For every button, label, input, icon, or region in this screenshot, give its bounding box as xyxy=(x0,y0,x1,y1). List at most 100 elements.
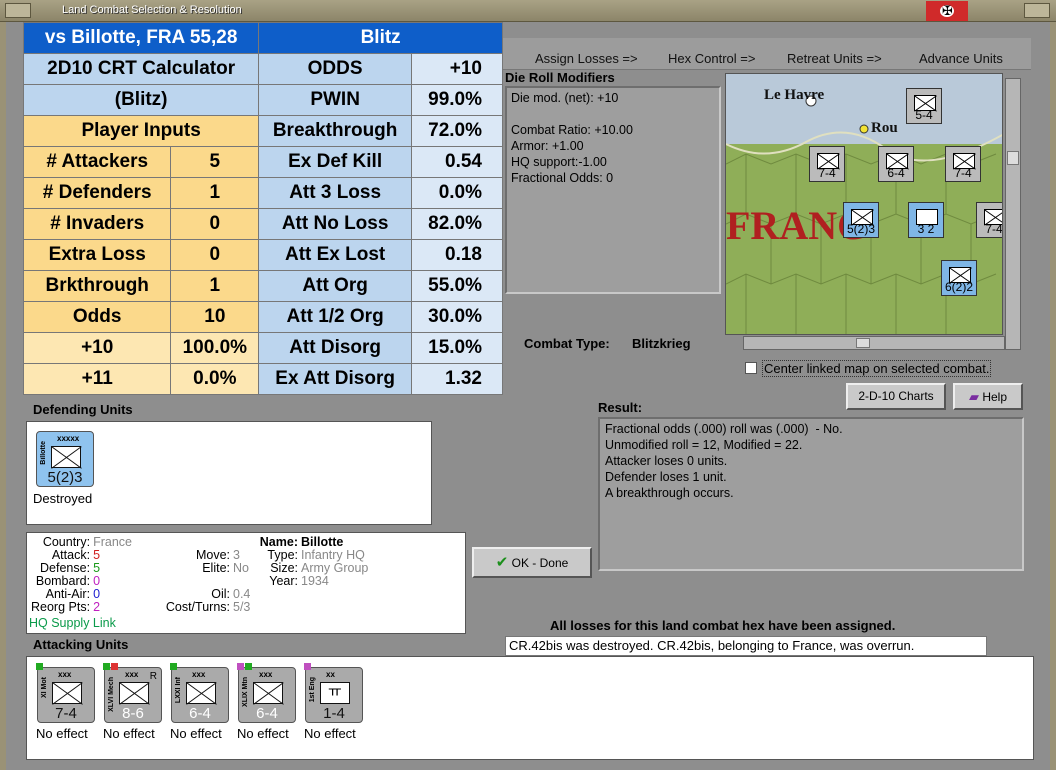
input-label: # Defenders xyxy=(22,177,172,209)
charts-button[interactable]: 2-D-10 Charts xyxy=(846,383,946,410)
defending-unit-status: Destroyed xyxy=(33,491,93,506)
result-value: 99.0% xyxy=(410,84,504,116)
odds-row-value: 0.0% xyxy=(170,363,260,395)
engineer-icon: ㅠ xyxy=(320,682,350,704)
assign-losses-link[interactable]: Assign Losses => xyxy=(535,51,638,66)
map-counter[interactable]: 7-4 xyxy=(809,146,845,182)
result-label: Att Org xyxy=(258,270,412,302)
status-dot xyxy=(245,663,252,670)
attacking-unit-status: No effect xyxy=(36,726,88,741)
attacking-units-title: Attacking Units xyxy=(33,637,129,652)
map-horizontal-scrollbar[interactable] xyxy=(743,336,1005,350)
map-city-rouen: Rou xyxy=(871,120,898,136)
attacking-unit[interactable]: xxx XLIX Mtn 6-4 xyxy=(237,663,296,723)
checkmark-icon: ✔ xyxy=(495,554,509,571)
status-dot xyxy=(36,663,43,670)
attacking-unit[interactable]: xx 1st Eng ㅠ 1-4 xyxy=(304,663,363,723)
attacking-unit[interactable]: xxx LXXI Inf 6-4 xyxy=(170,663,229,723)
input-label: Extra Loss xyxy=(22,239,172,271)
input-value[interactable]: 1 xyxy=(170,177,260,209)
crt-header-opponent: vs Billotte, FRA 55,28 xyxy=(22,22,260,54)
attacking-unit[interactable]: xxx R XLVI Mech 8-6 xyxy=(103,663,162,723)
advance-units-link[interactable]: Advance Units xyxy=(919,51,1003,66)
map-counter[interactable]: 7-4 xyxy=(976,202,1002,238)
map-counter[interactable]: 7-4 xyxy=(945,146,981,182)
result-value: 1.32 xyxy=(410,363,504,395)
attacking-unit[interactable]: xxx XI Mot 7-4 xyxy=(36,663,95,723)
retreat-units-link[interactable]: Retreat Units => xyxy=(787,51,882,66)
attacking-unit-status: No effect xyxy=(304,726,356,741)
result-value: 0.0% xyxy=(410,177,504,209)
defending-units-box: xxxxx Billotte 5(2)3 Destroyed xyxy=(26,421,432,525)
attacking-unit-status: No effect xyxy=(103,726,155,741)
reserve-tag: R xyxy=(149,671,157,682)
result-value: 30.0% xyxy=(410,301,504,333)
result-value: 55.0% xyxy=(410,270,504,302)
status-dot xyxy=(111,663,118,670)
result-label: Att Ex Lost xyxy=(258,239,412,271)
center-linked-label[interactable]: Center linked map on selected combat. xyxy=(762,360,992,377)
help-button-label: Help xyxy=(982,390,1008,404)
input-value[interactable]: 0 xyxy=(170,208,260,240)
attacking-units-box: xxx XI Mot 7-4 No effect xxx R XLVI Mech… xyxy=(26,656,1034,760)
crt-header-type: Blitz xyxy=(258,22,503,54)
player-inputs-header: Player Inputs xyxy=(22,115,260,147)
die-roll-title: Die Roll Modifiers xyxy=(505,70,615,85)
mechanized-icon xyxy=(119,682,149,704)
close-button[interactable] xyxy=(1024,3,1050,18)
status-dot xyxy=(304,663,311,670)
result-panel: Fractional odds (.000) roll was (.000) -… xyxy=(598,417,1024,571)
window-title: Land Combat Selection & Resolution xyxy=(62,4,242,16)
combat-type-label: Combat Type: xyxy=(524,336,610,351)
status-dot xyxy=(103,663,110,670)
attacking-unit-status: No effect xyxy=(170,726,222,741)
defending-unit[interactable]: xxxxx Billotte 5(2)3 xyxy=(36,431,94,487)
result-value: 0.18 xyxy=(410,239,504,271)
ok-done-button[interactable]: ✔ OK - Done xyxy=(472,547,592,578)
map-counter[interactable]: 3 2 xyxy=(908,202,944,238)
result-label: Breakthrough xyxy=(258,115,412,147)
system-menu-button[interactable] xyxy=(5,3,31,18)
scroll-thumb[interactable] xyxy=(1007,151,1019,165)
result-label: PWIN xyxy=(258,84,412,116)
input-label: Brkthrough xyxy=(22,270,172,302)
result-label: Att 1/2 Org xyxy=(258,301,412,333)
map-counter[interactable]: 6-4 xyxy=(878,146,914,182)
combat-type-value: Blitzkrieg xyxy=(632,336,691,351)
input-value[interactable]: 0 xyxy=(170,239,260,271)
map-counter-selected[interactable]: 5(2)3 xyxy=(843,202,879,238)
input-label: # Invaders xyxy=(22,208,172,240)
result-label: Att No Loss xyxy=(258,208,412,240)
unit-info-col3: Name: Billotte Type: Infantry HQ Size: Army… xyxy=(259,535,369,588)
status-dot xyxy=(170,663,177,670)
die-roll-panel: Die mod. (net): +10 Combat Ratio: +10.00… xyxy=(505,86,721,294)
attacking-unit-status: No effect xyxy=(237,726,289,741)
input-label: Odds xyxy=(22,301,172,333)
input-value[interactable]: 10 xyxy=(170,301,260,333)
result-label: Ex Def Kill xyxy=(258,146,412,178)
result-label: Att 3 Loss xyxy=(258,177,412,209)
motorized-infantry-icon xyxy=(52,682,82,704)
map-counter[interactable]: 6(2)2 xyxy=(941,260,977,296)
status-dot xyxy=(237,663,244,670)
hq-supply-link: HQ Supply Link xyxy=(29,616,116,630)
germany-flag-icon xyxy=(926,1,968,21)
odds-row-label: +10 xyxy=(22,332,172,364)
result-value: 82.0% xyxy=(410,208,504,240)
result-value: 0.54 xyxy=(410,146,504,178)
hex-control-link[interactable]: Hex Control => xyxy=(668,51,755,66)
crt-calculator-table: vs Billotte, FRA 55,28 Blitz 2D10 CRT Ca… xyxy=(22,22,504,395)
title-bar[interactable]: Land Combat Selection & Resolution xyxy=(0,0,1056,22)
linked-map[interactable]: Le Havre Rou FRANC 5-4 7-4 6-4 7-4 5(2)3… xyxy=(725,73,1003,335)
help-button[interactable]: ▰ Help xyxy=(953,383,1023,410)
input-value[interactable]: 1 xyxy=(170,270,260,302)
odds-row-label: +11 xyxy=(22,363,172,395)
result-label: ODDS xyxy=(258,53,412,85)
ok-done-label: OK - Done xyxy=(511,556,569,570)
center-linked-checkbox[interactable] xyxy=(745,362,757,374)
scroll-thumb[interactable] xyxy=(856,338,870,348)
input-value[interactable]: 5 xyxy=(170,146,260,178)
map-counter[interactable]: 5-4 xyxy=(906,88,942,124)
map-vertical-scrollbar[interactable] xyxy=(1005,78,1021,350)
crt-title: 2D10 CRT Calculator xyxy=(22,53,260,85)
